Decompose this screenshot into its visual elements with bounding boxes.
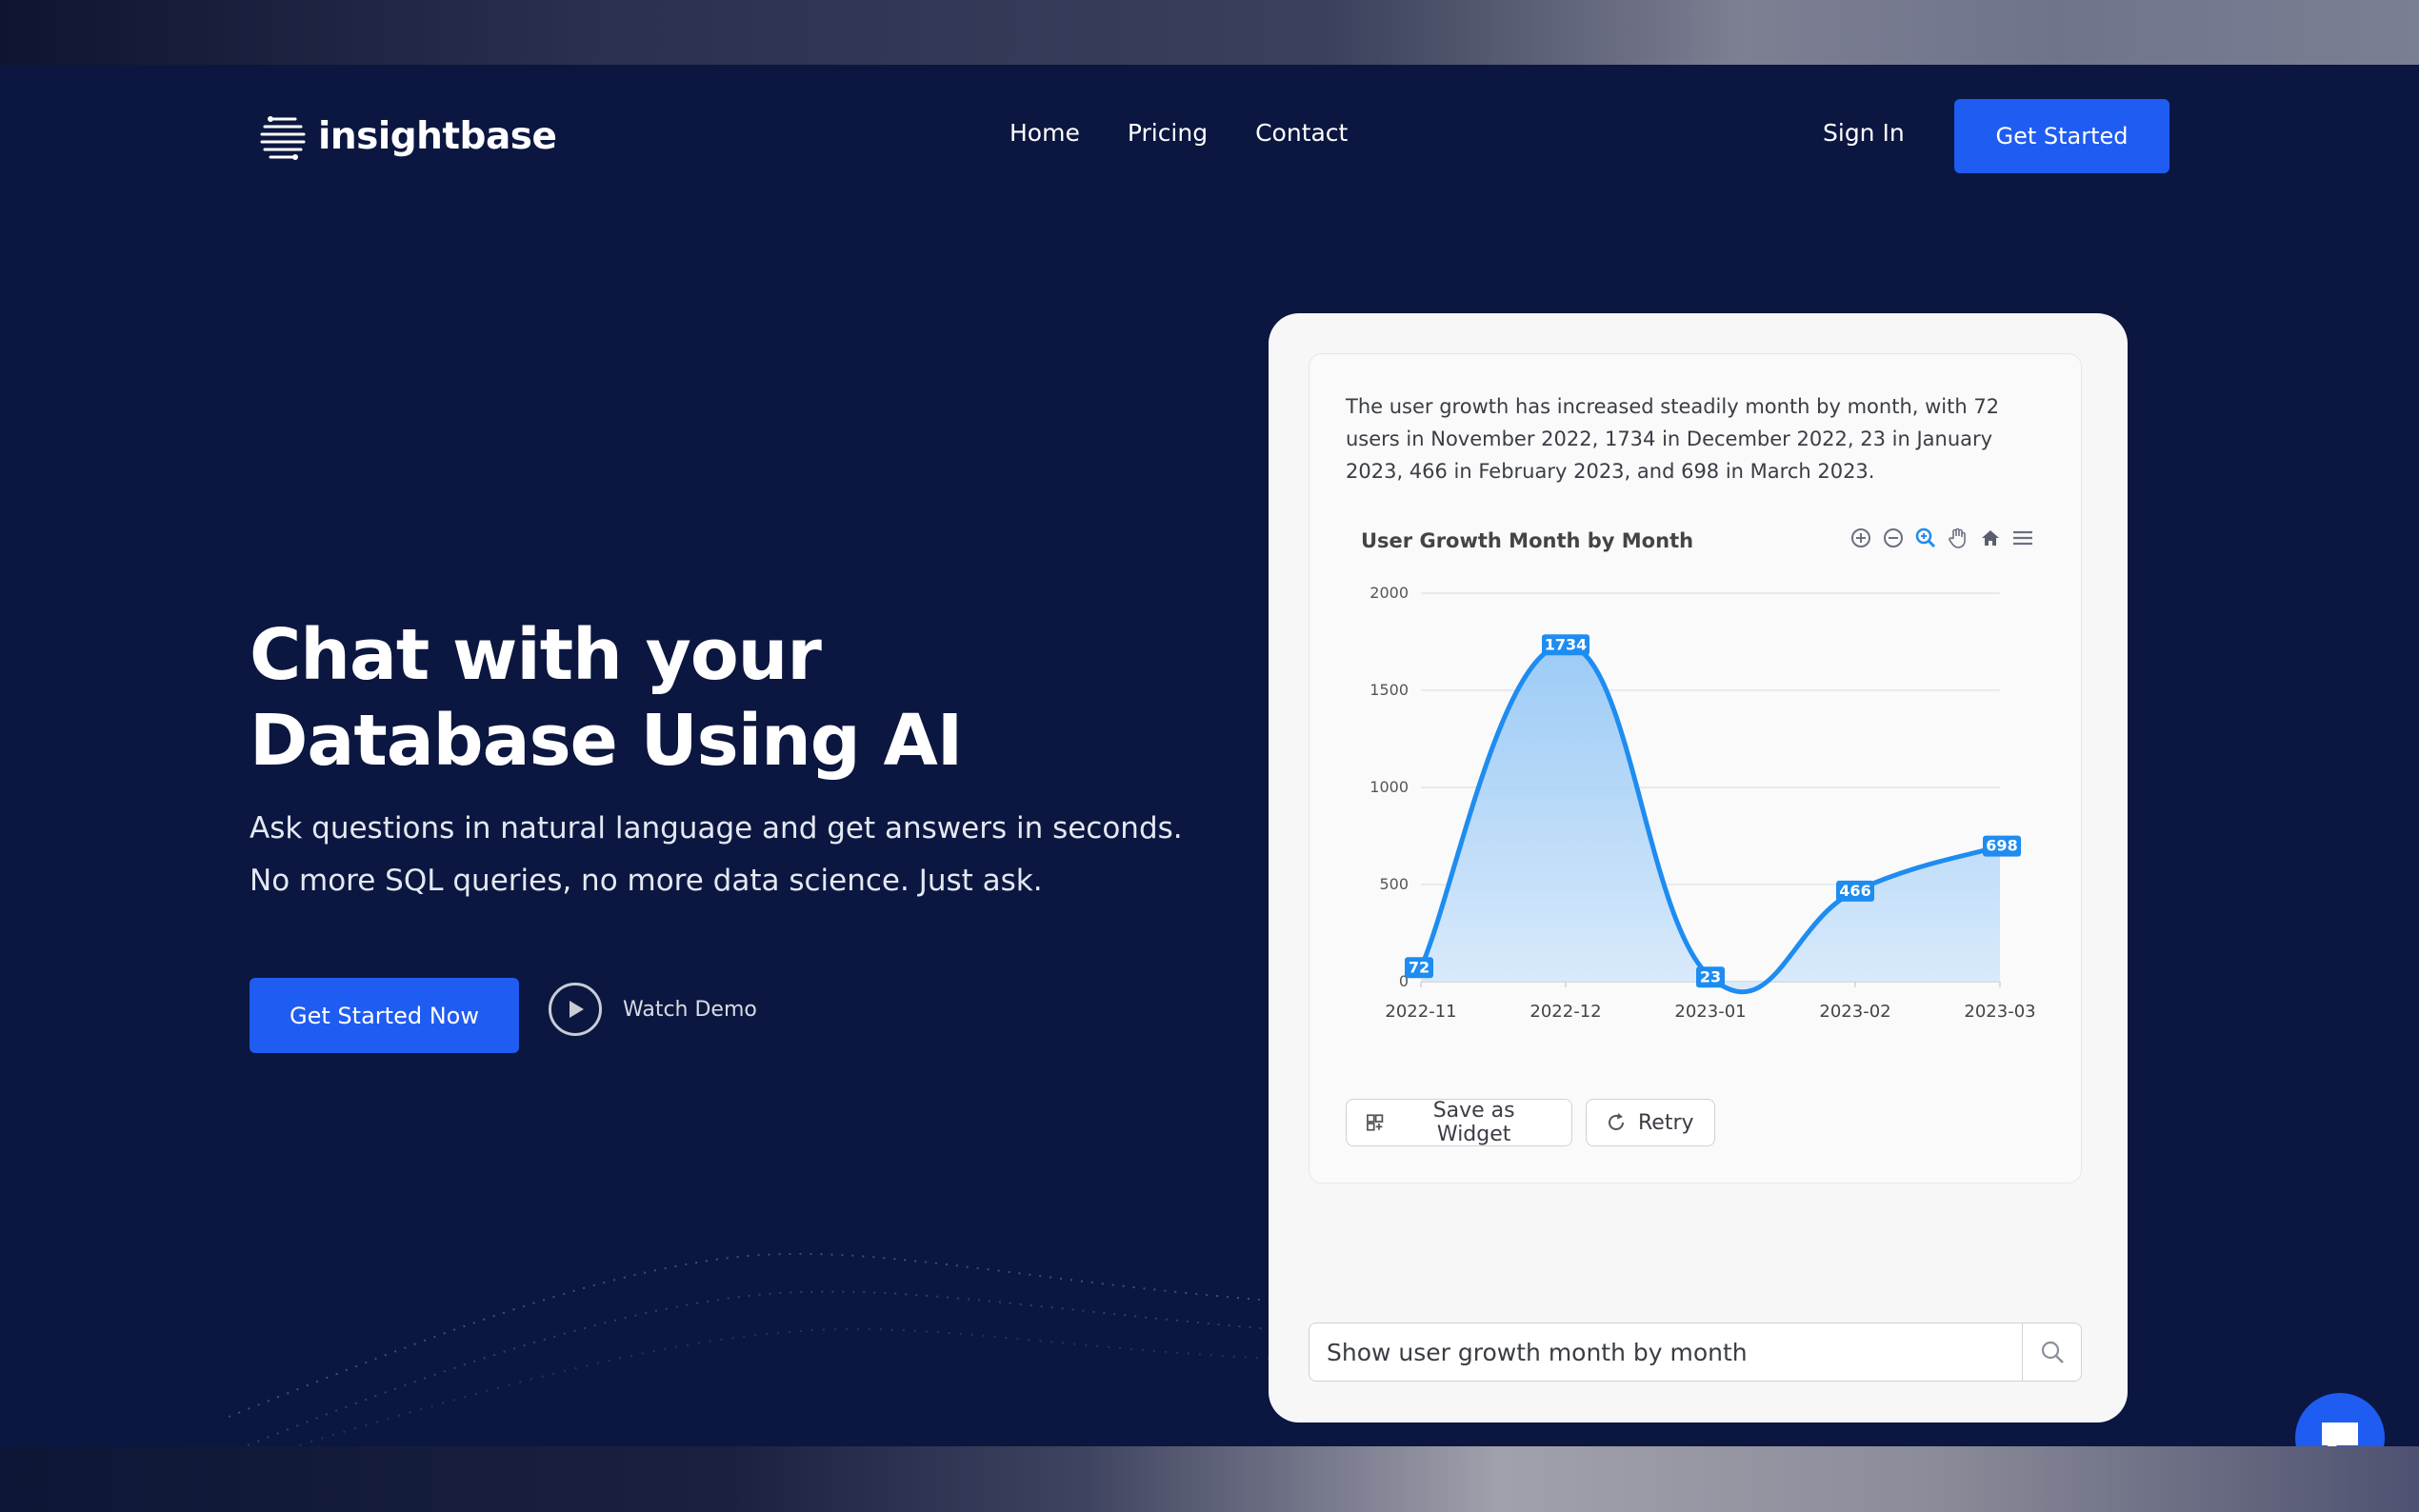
hero-title: Chat with your Database Using AI: [250, 614, 963, 782]
data-label-text: 1734: [1545, 635, 1588, 653]
watch-demo-button[interactable]: Watch Demo: [549, 983, 757, 1036]
save-as-widget-button[interactable]: Save as Widget: [1346, 1099, 1572, 1146]
data-label: 72: [1405, 957, 1433, 979]
logo-icon: [260, 116, 306, 160]
page-main: insightbase Home Pricing Contact Sign In…: [0, 65, 2419, 1482]
search-button[interactable]: [2022, 1323, 2081, 1381]
main-nav: Home Pricing Contact: [1010, 119, 1348, 147]
data-label: 698: [1983, 835, 2021, 857]
y-tick-label: 1000: [1369, 778, 1409, 796]
x-tick-label: 2023-01: [1674, 1002, 1746, 1022]
x-tick-label: 2023-03: [1964, 1002, 2035, 1022]
data-label: 23: [1696, 966, 1725, 988]
hero-subtitle: Ask questions in natural language and ge…: [250, 811, 1183, 898]
user-growth-chart: 0500100015002000 2022-11 2022-12 2023-01 20…: [1369, 584, 2035, 1022]
nav-pricing[interactable]: Pricing: [1128, 119, 1208, 147]
nav-contact[interactable]: Contact: [1255, 119, 1348, 147]
brand-name: insightbase: [318, 114, 557, 158]
data-label-text: 23: [1700, 967, 1721, 985]
play-icon: [549, 983, 602, 1036]
search-icon: [2041, 1341, 2064, 1363]
save-as-widget-label: Save as Widget: [1432, 1099, 1515, 1146]
x-tick-label: 2022-12: [1529, 1002, 1601, 1022]
x-tick-label: 2023-02: [1819, 1002, 1890, 1022]
logo[interactable]: insightbase: [257, 110, 557, 162]
get-started-now-button[interactable]: Get Started Now: [250, 978, 519, 1053]
chat-result-card: The user growth has increased steadily m…: [1269, 313, 2128, 1422]
get-started-button[interactable]: Get Started: [1954, 99, 2169, 173]
decorative-wave: [229, 1252, 1295, 1455]
widget-icon: [1367, 1114, 1384, 1131]
y-tick-label: 2000: [1369, 584, 1409, 602]
data-label-text: 698: [1986, 837, 2017, 855]
query-bar: [1309, 1323, 2082, 1382]
data-label: 466: [1836, 880, 1874, 902]
sign-in-link[interactable]: Sign In: [1823, 119, 1905, 147]
x-tick-label: 2022-11: [1385, 1002, 1456, 1022]
bottom-band: [0, 1446, 2419, 1512]
top-band: [0, 0, 2419, 65]
y-tick-label: 500: [1379, 875, 1409, 893]
retry-label: Retry: [1638, 1110, 1694, 1135]
data-label-text: 72: [1409, 958, 1429, 976]
series-area: [1421, 645, 2000, 992]
y-tick-label: 1500: [1369, 681, 1409, 699]
nav-home[interactable]: Home: [1010, 119, 1080, 147]
data-label: 1734: [1542, 634, 1589, 656]
query-input[interactable]: [1309, 1323, 2022, 1381]
watch-demo-label: Watch Demo: [623, 997, 757, 1022]
data-label-text: 466: [1839, 882, 1870, 900]
answer-panel: The user growth has increased steadily m…: [1309, 353, 2082, 1184]
retry-button[interactable]: Retry: [1586, 1099, 1715, 1146]
refresh-icon: [1609, 1113, 1624, 1130]
